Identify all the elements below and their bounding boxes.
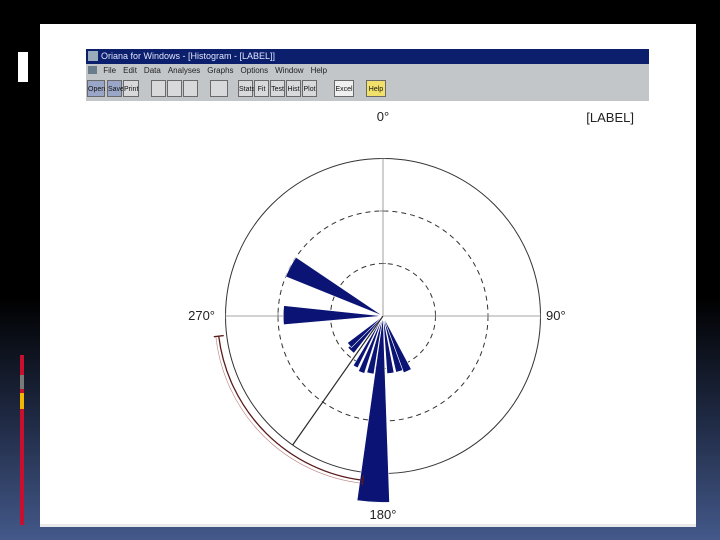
compass-label-180: 180° [370,507,397,522]
accent-segment-yellow [20,393,24,409]
confidence-arc-cap [213,334,224,338]
compass-label-90: 90° [546,308,566,323]
chart-label: [LABEL] [586,110,634,125]
slide-canvas: Oriana for Windows - [Histogram - [LABEL… [40,24,696,527]
confidence-arc-shadow [215,335,363,484]
accent-segment-gray [20,375,24,389]
slide-accent-bar [20,355,24,525]
compass-label-0: 0° [377,109,389,124]
compass-label-270: 270° [188,308,215,323]
confidence-arc [218,336,363,481]
rose-petals [282,256,412,503]
slide-left-block [18,52,32,82]
rose-diagram: 0° 90° 180° 270° [LABEL] [188,109,634,522]
